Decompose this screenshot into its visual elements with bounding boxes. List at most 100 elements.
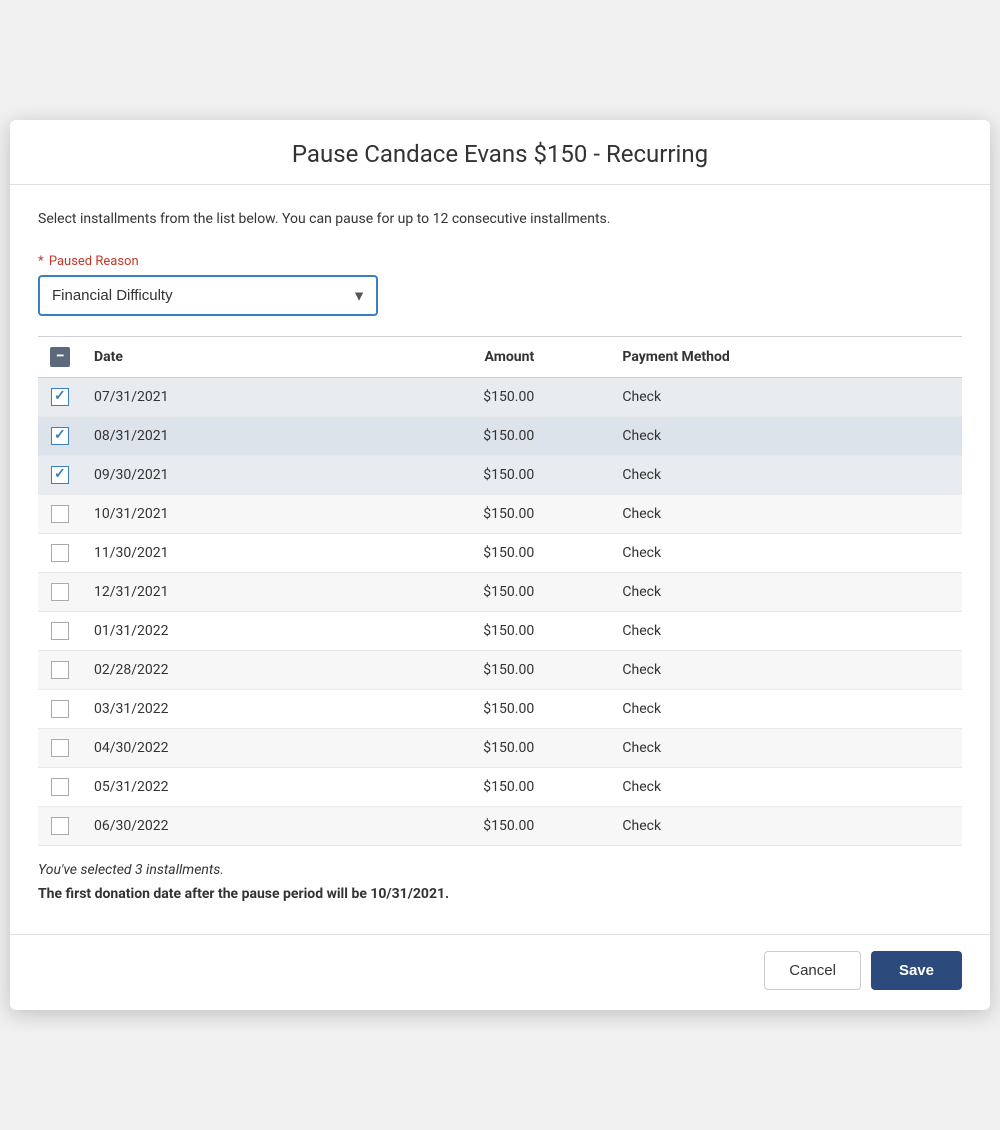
row-date: 01/31/2022 bbox=[82, 612, 346, 651]
paused-reason-select-wrapper: Financial Difficulty Travel Medical Othe… bbox=[38, 275, 378, 316]
row-payment-method: Check bbox=[610, 690, 962, 729]
modal-header: Pause Candace Evans $150 - Recurring bbox=[10, 120, 990, 185]
checkbox-cell bbox=[38, 729, 82, 768]
header-amount: Amount bbox=[346, 337, 547, 378]
row-empty bbox=[546, 651, 610, 690]
table-row: 05/31/2022$150.00 Check bbox=[38, 768, 962, 807]
summary-selected-text: You've selected 3 installments. bbox=[38, 862, 962, 878]
row-checkbox[interactable] bbox=[51, 817, 69, 835]
modal-body: Select installments from the list below.… bbox=[10, 185, 990, 934]
row-payment-method: Check bbox=[610, 729, 962, 768]
row-amount: $150.00 bbox=[346, 573, 547, 612]
row-checkbox[interactable] bbox=[51, 700, 69, 718]
row-amount: $150.00 bbox=[346, 690, 547, 729]
table-row: 01/31/2022$150.00 Check bbox=[38, 612, 962, 651]
checkbox-cell bbox=[38, 768, 82, 807]
field-label: * Paused Reason bbox=[38, 254, 962, 269]
row-checkbox[interactable] bbox=[51, 622, 69, 640]
installments-tbody: 07/31/2021$150.00Check08/31/2021$150.00C… bbox=[38, 378, 962, 846]
row-checkbox[interactable] bbox=[51, 583, 69, 601]
row-empty bbox=[546, 729, 610, 768]
row-payment-method: Check bbox=[610, 417, 962, 456]
checkbox-cell bbox=[38, 612, 82, 651]
row-amount: $150.00 bbox=[346, 768, 547, 807]
checkbox-cell bbox=[38, 807, 82, 846]
summary-next-date-text: The first donation date after the pause … bbox=[38, 886, 962, 902]
row-amount: $150.00 bbox=[346, 378, 547, 417]
row-checkbox[interactable] bbox=[51, 778, 69, 796]
table-row: 07/31/2021$150.00 Check bbox=[38, 378, 962, 417]
field-label-text: Paused Reason bbox=[49, 254, 139, 269]
checkbox-cell bbox=[38, 417, 82, 456]
modal-footer: Cancel Save bbox=[10, 934, 990, 1010]
row-payment-method: Check bbox=[610, 495, 962, 534]
paused-reason-select[interactable]: Financial Difficulty Travel Medical Othe… bbox=[38, 275, 378, 316]
row-checkbox[interactable] bbox=[51, 388, 69, 406]
row-checkbox[interactable] bbox=[51, 739, 69, 757]
cancel-button[interactable]: Cancel bbox=[764, 951, 861, 990]
row-amount: $150.00 bbox=[346, 651, 547, 690]
checkbox-cell bbox=[38, 651, 82, 690]
header-payment-method: Payment Method bbox=[610, 337, 962, 378]
row-empty bbox=[546, 534, 610, 573]
row-checkbox[interactable] bbox=[51, 544, 69, 562]
table-row: 12/31/2021$150.00Check bbox=[38, 573, 962, 612]
table-row: 11/30/2021$150.00Check bbox=[38, 534, 962, 573]
row-payment-method: Check bbox=[610, 651, 962, 690]
required-asterisk: * bbox=[38, 254, 47, 269]
row-date: 07/31/2021 bbox=[82, 378, 346, 417]
row-date: 08/31/2021 bbox=[82, 417, 346, 456]
row-date: 11/30/2021 bbox=[82, 534, 346, 573]
header-empty bbox=[546, 337, 610, 378]
table-row: 09/30/2021$150.00 Check bbox=[38, 456, 962, 495]
installments-table: − Date Amount Payment Method 07/31/2021$… bbox=[38, 336, 962, 846]
row-date: 12/31/2021 bbox=[82, 573, 346, 612]
row-payment-method: Check bbox=[610, 456, 962, 495]
row-amount: $150.00 bbox=[346, 534, 547, 573]
table-row: 06/30/2022$150.00Check bbox=[38, 807, 962, 846]
row-amount: $150.00 bbox=[346, 417, 547, 456]
table-row: 04/30/2022$150.00 Check bbox=[38, 729, 962, 768]
row-date: 09/30/2021 bbox=[82, 456, 346, 495]
row-amount: $150.00 bbox=[346, 729, 547, 768]
checkbox-cell bbox=[38, 378, 82, 417]
row-empty bbox=[546, 456, 610, 495]
deselect-all-button[interactable]: − bbox=[50, 347, 70, 367]
table-row: 10/31/2021$150.00 Check bbox=[38, 495, 962, 534]
row-empty bbox=[546, 690, 610, 729]
table-header-row: − Date Amount Payment Method bbox=[38, 337, 962, 378]
row-checkbox[interactable] bbox=[51, 505, 69, 523]
row-empty bbox=[546, 573, 610, 612]
row-empty bbox=[546, 417, 610, 456]
row-empty bbox=[546, 807, 610, 846]
row-checkbox[interactable] bbox=[51, 427, 69, 445]
row-checkbox[interactable] bbox=[51, 661, 69, 679]
row-payment-method: Check bbox=[610, 612, 962, 651]
header-checkbox-col: − bbox=[38, 337, 82, 378]
save-button[interactable]: Save bbox=[871, 951, 962, 990]
row-checkbox[interactable] bbox=[51, 466, 69, 484]
row-date: 02/28/2022 bbox=[82, 651, 346, 690]
row-date: 04/30/2022 bbox=[82, 729, 346, 768]
row-payment-method: Check bbox=[610, 768, 962, 807]
row-empty bbox=[546, 378, 610, 417]
row-amount: $150.00 bbox=[346, 456, 547, 495]
row-amount: $150.00 bbox=[346, 495, 547, 534]
checkbox-cell bbox=[38, 534, 82, 573]
table-row: 08/31/2021$150.00 Check bbox=[38, 417, 962, 456]
instruction-text: Select installments from the list below.… bbox=[38, 209, 962, 230]
table-row: 03/31/2022$150.00Check bbox=[38, 690, 962, 729]
row-payment-method: Check bbox=[610, 807, 962, 846]
paused-reason-field: * Paused Reason Financial Difficulty Tra… bbox=[38, 254, 962, 316]
row-date: 10/31/2021 bbox=[82, 495, 346, 534]
row-date: 05/31/2022 bbox=[82, 768, 346, 807]
checkbox-cell bbox=[38, 456, 82, 495]
row-amount: $150.00 bbox=[346, 612, 547, 651]
row-payment-method: Check bbox=[610, 378, 962, 417]
table-row: 02/28/2022$150.00 Check bbox=[38, 651, 962, 690]
modal-title: Pause Candace Evans $150 - Recurring bbox=[34, 140, 966, 168]
row-empty bbox=[546, 495, 610, 534]
checkbox-cell bbox=[38, 690, 82, 729]
pause-modal: Pause Candace Evans $150 - Recurring Sel… bbox=[10, 120, 990, 1010]
checkbox-cell bbox=[38, 495, 82, 534]
